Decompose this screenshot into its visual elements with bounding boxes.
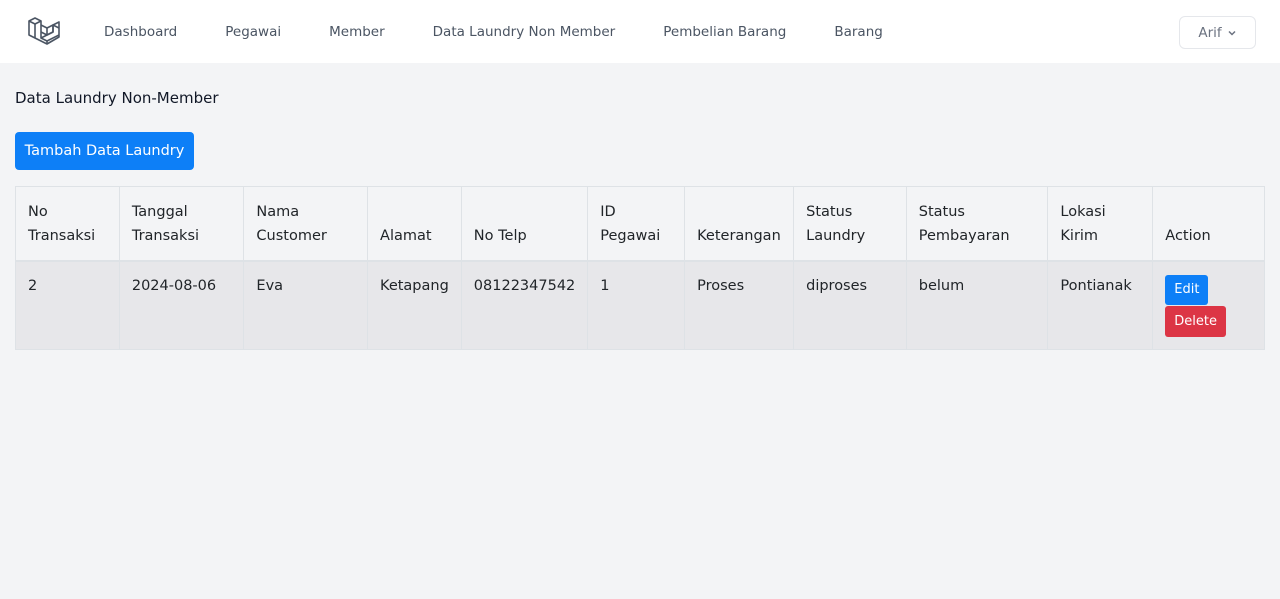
delete-button[interactable]: Delete	[1165, 305, 1226, 337]
page-title: Data Laundry Non-Member	[15, 89, 219, 107]
user-menu-button[interactable]: Arif	[1179, 16, 1256, 49]
cell-action: Edit Delete	[1152, 260, 1265, 350]
nav-link-barang[interactable]: Barang	[834, 24, 882, 40]
nav-links: Dashboard Pegawai Member Data Laundry No…	[104, 0, 931, 64]
laravel-logo-icon[interactable]	[27, 15, 61, 49]
add-laundry-button[interactable]: Tambah Data Laundry	[15, 132, 194, 170]
cell-alamat: Ketapang	[367, 260, 462, 350]
header-no-telp: No Telp	[460, 186, 589, 262]
edit-button[interactable]: Edit	[1165, 274, 1209, 305]
header-status-laundry: Status Laundry	[793, 186, 907, 262]
nav-link-dashboard[interactable]: Dashboard	[104, 24, 177, 40]
top-navigation: Dashboard Pegawai Member Data Laundry No…	[0, 0, 1280, 64]
header-id-pegawai: ID Pegawai	[587, 186, 686, 262]
header-action: Action	[1152, 186, 1265, 262]
chevron-down-icon	[1228, 30, 1236, 36]
header-alamat: Alamat	[367, 186, 462, 262]
cell-id-pegawai: 1	[587, 260, 686, 350]
header-nama-customer: Nama Customer	[243, 186, 369, 262]
header-lokasi-kirim: Lokasi Kirim	[1047, 186, 1154, 262]
cell-lokasi-kirim: Pontianak	[1047, 260, 1154, 350]
user-name: Arif	[1198, 24, 1222, 41]
table-header-row: No Transaksi Tanggal Transaksi Nama Custome…	[15, 186, 1265, 262]
nav-link-pegawai[interactable]: Pegawai	[225, 24, 281, 40]
table-row: 2 2024-08-06 Eva Ketapang 08122347542 1 …	[15, 260, 1265, 350]
header-tanggal-transaksi: Tanggal Transaksi	[118, 186, 245, 262]
cell-no-telp: 08122347542	[460, 260, 589, 350]
cell-keterangan: Proses	[684, 260, 795, 350]
cell-nama-customer: Eva	[243, 260, 369, 350]
header-no-transaksi: No Transaksi	[15, 186, 120, 262]
nav-link-pembelian-barang[interactable]: Pembelian Barang	[663, 24, 786, 40]
cell-status-laundry: diproses	[793, 260, 907, 350]
nav-link-member[interactable]: Member	[329, 24, 385, 40]
cell-no-transaksi: 2	[15, 260, 120, 350]
header-keterangan: Keterangan	[684, 186, 795, 262]
header-status-pembayaran: Status Pembayaran	[905, 186, 1049, 262]
nav-link-data-laundry-non-member[interactable]: Data Laundry Non Member	[433, 24, 616, 40]
laundry-table: No Transaksi Tanggal Transaksi Nama Custome…	[15, 186, 1265, 350]
cell-tanggal-transaksi: 2024-08-06	[118, 260, 245, 350]
cell-status-pembayaran: belum	[905, 260, 1049, 350]
